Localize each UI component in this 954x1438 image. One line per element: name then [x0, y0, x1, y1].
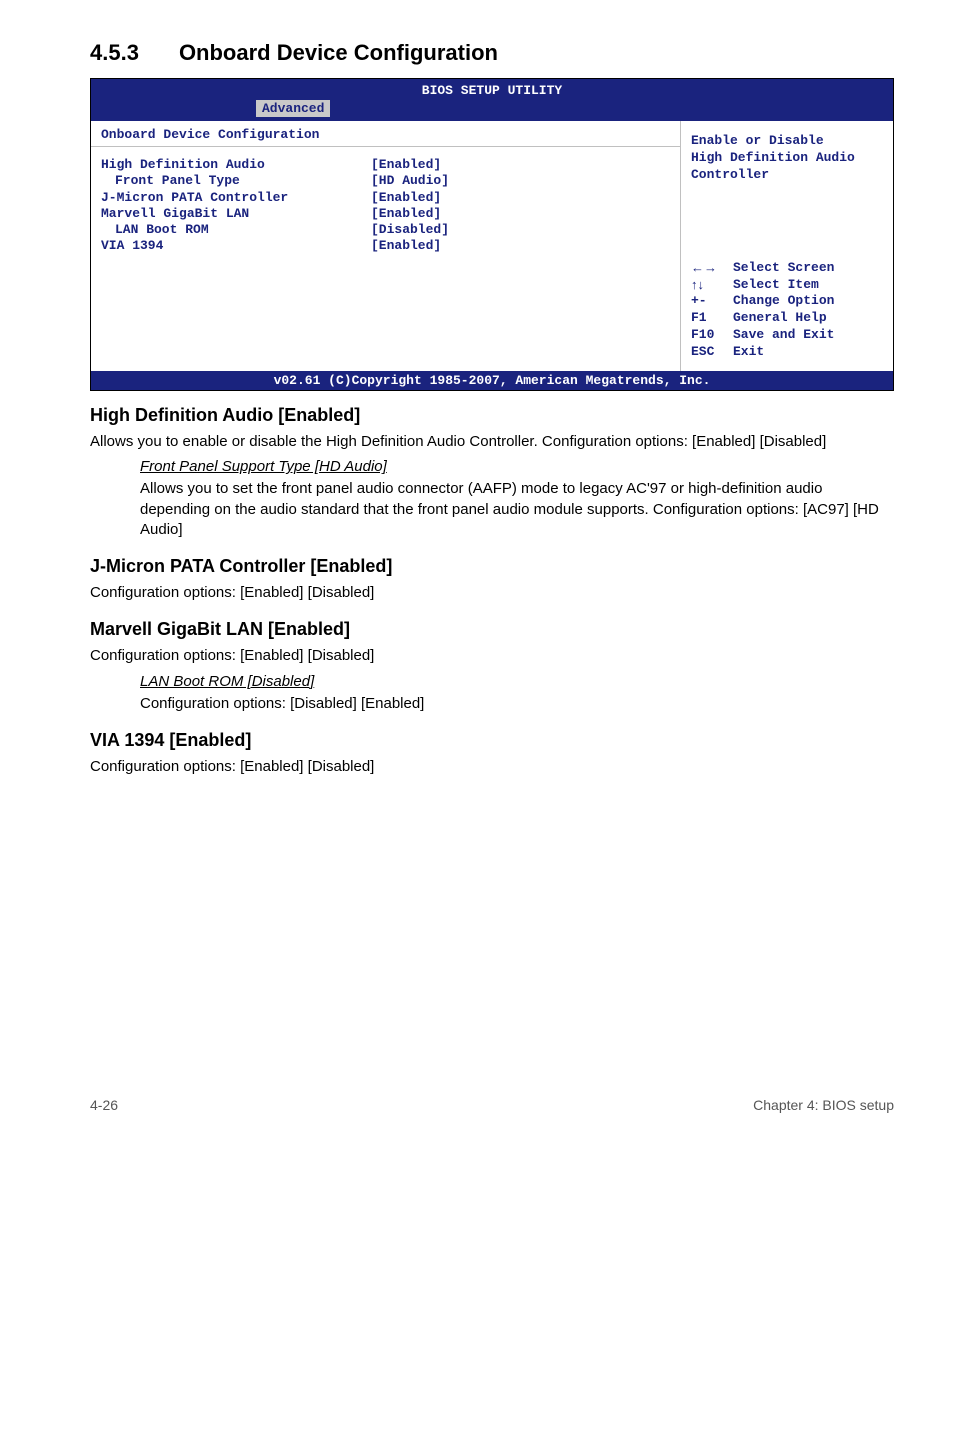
bios-help-text: Enable or Disable High Definition Audio …	[691, 133, 883, 184]
bios-key-desc: General Help	[733, 310, 827, 327]
bios-key: F1	[691, 310, 733, 327]
bios-key-row: ↑↓ Select Item	[691, 277, 883, 294]
bios-utility-label: BIOS SETUP UTILITY	[91, 83, 893, 98]
bios-key-row: ←→ Select Screen	[691, 260, 883, 277]
bios-help-line: Enable or Disable	[691, 133, 883, 150]
bios-key-desc: Select Screen	[733, 260, 834, 277]
doc-subsection: LAN Boot ROM [Disabled] Configuration op…	[140, 673, 894, 714]
page-footer: 4-26 Chapter 4: BIOS setup	[90, 1097, 894, 1113]
bios-item-label: Marvell GigaBit LAN	[101, 206, 371, 222]
bios-key-row: ESC Exit	[691, 344, 883, 361]
doc-subsection-title: Front Panel Support Type [HD Audio]	[140, 458, 894, 475]
bios-key-desc: Change Option	[733, 293, 834, 310]
bios-item: LAN Boot ROM [Disabled]	[101, 222, 670, 238]
bios-item-label: LAN Boot ROM	[101, 222, 371, 238]
bios-right-panel: Enable or Disable High Definition Audio …	[681, 121, 893, 371]
bios-footer: v02.61 (C)Copyright 1985-2007, American …	[91, 371, 893, 390]
bios-key-desc: Exit	[733, 344, 764, 361]
bios-item-value: [HD Audio]	[371, 173, 449, 189]
bios-item-label: Front Panel Type	[101, 173, 371, 189]
doc-heading: High Definition Audio [Enabled]	[90, 405, 894, 426]
page-number: 4-26	[90, 1097, 118, 1113]
bios-item: J-Micron PATA Controller [Enabled]	[101, 190, 670, 206]
bios-help-line: High Definition Audio	[691, 150, 883, 167]
bios-item: Marvell GigaBit LAN [Enabled]	[101, 206, 670, 222]
bios-key-row: F10 Save and Exit	[691, 327, 883, 344]
bios-item: Front Panel Type [HD Audio]	[101, 173, 670, 189]
bios-item-label: High Definition Audio	[101, 157, 371, 173]
bios-key-legend: ←→ Select Screen ↑↓ Select Item +- Chang…	[691, 260, 883, 361]
bios-item-label: J-Micron PATA Controller	[101, 190, 371, 206]
doc-block-hda: High Definition Audio [Enabled] Allows y…	[90, 405, 894, 540]
bios-item: VIA 1394 [Enabled]	[101, 238, 670, 254]
doc-block-jmicron: J-Micron PATA Controller [Enabled] Confi…	[90, 556, 894, 603]
bios-left-header: Onboard Device Configuration	[91, 121, 680, 147]
bios-help-line: Controller	[691, 167, 883, 184]
bios-item-value: [Enabled]	[371, 157, 441, 173]
doc-paragraph: Configuration options: [Enabled] [Disabl…	[90, 646, 894, 666]
section-number: 4.5.3	[90, 40, 139, 66]
chapter-label: Chapter 4: BIOS setup	[753, 1097, 894, 1113]
bios-item: High Definition Audio [Enabled]	[101, 157, 670, 173]
bios-tab-advanced: Advanced	[256, 100, 330, 117]
bios-key: +-	[691, 293, 733, 310]
bios-key: ESC	[691, 344, 733, 361]
bios-top-bar: BIOS SETUP UTILITY Advanced	[91, 79, 893, 121]
bios-item-label: VIA 1394	[101, 238, 371, 254]
doc-paragraph: Allows you to enable or disable the High…	[90, 432, 894, 452]
bios-key: ↑↓	[691, 277, 733, 294]
bios-left-panel: Onboard Device Configuration High Defini…	[91, 121, 681, 371]
bios-item-value: [Enabled]	[371, 190, 441, 206]
section-heading: 4.5.3 Onboard Device Configuration	[90, 40, 894, 66]
bios-key: F10	[691, 327, 733, 344]
bios-key-row: +- Change Option	[691, 293, 883, 310]
doc-heading: J-Micron PATA Controller [Enabled]	[90, 556, 894, 577]
doc-subsection-title: LAN Boot ROM [Disabled]	[140, 673, 894, 690]
bios-key: ←→	[691, 260, 733, 277]
section-name: Onboard Device Configuration	[179, 40, 498, 65]
bios-key-row: F1 General Help	[691, 310, 883, 327]
doc-block-via: VIA 1394 [Enabled] Configuration options…	[90, 730, 894, 777]
bios-item-value: [Enabled]	[371, 238, 441, 254]
doc-block-marvell: Marvell GigaBit LAN [Enabled] Configurat…	[90, 619, 894, 714]
doc-paragraph: Configuration options: [Disabled] [Enabl…	[140, 694, 894, 714]
doc-heading: VIA 1394 [Enabled]	[90, 730, 894, 751]
bios-item-value: [Disabled]	[371, 222, 449, 238]
doc-paragraph: Configuration options: [Enabled] [Disabl…	[90, 583, 894, 603]
doc-paragraph: Allows you to set the front panel audio …	[140, 479, 894, 540]
bios-screenshot: BIOS SETUP UTILITY Advanced Onboard Devi…	[90, 78, 894, 391]
doc-heading: Marvell GigaBit LAN [Enabled]	[90, 619, 894, 640]
doc-subsection: Front Panel Support Type [HD Audio] Allo…	[140, 458, 894, 540]
bios-key-desc: Select Item	[733, 277, 819, 294]
bios-key-desc: Save and Exit	[733, 327, 834, 344]
doc-paragraph: Configuration options: [Enabled] [Disabl…	[90, 757, 894, 777]
bios-item-value: [Enabled]	[371, 206, 441, 222]
